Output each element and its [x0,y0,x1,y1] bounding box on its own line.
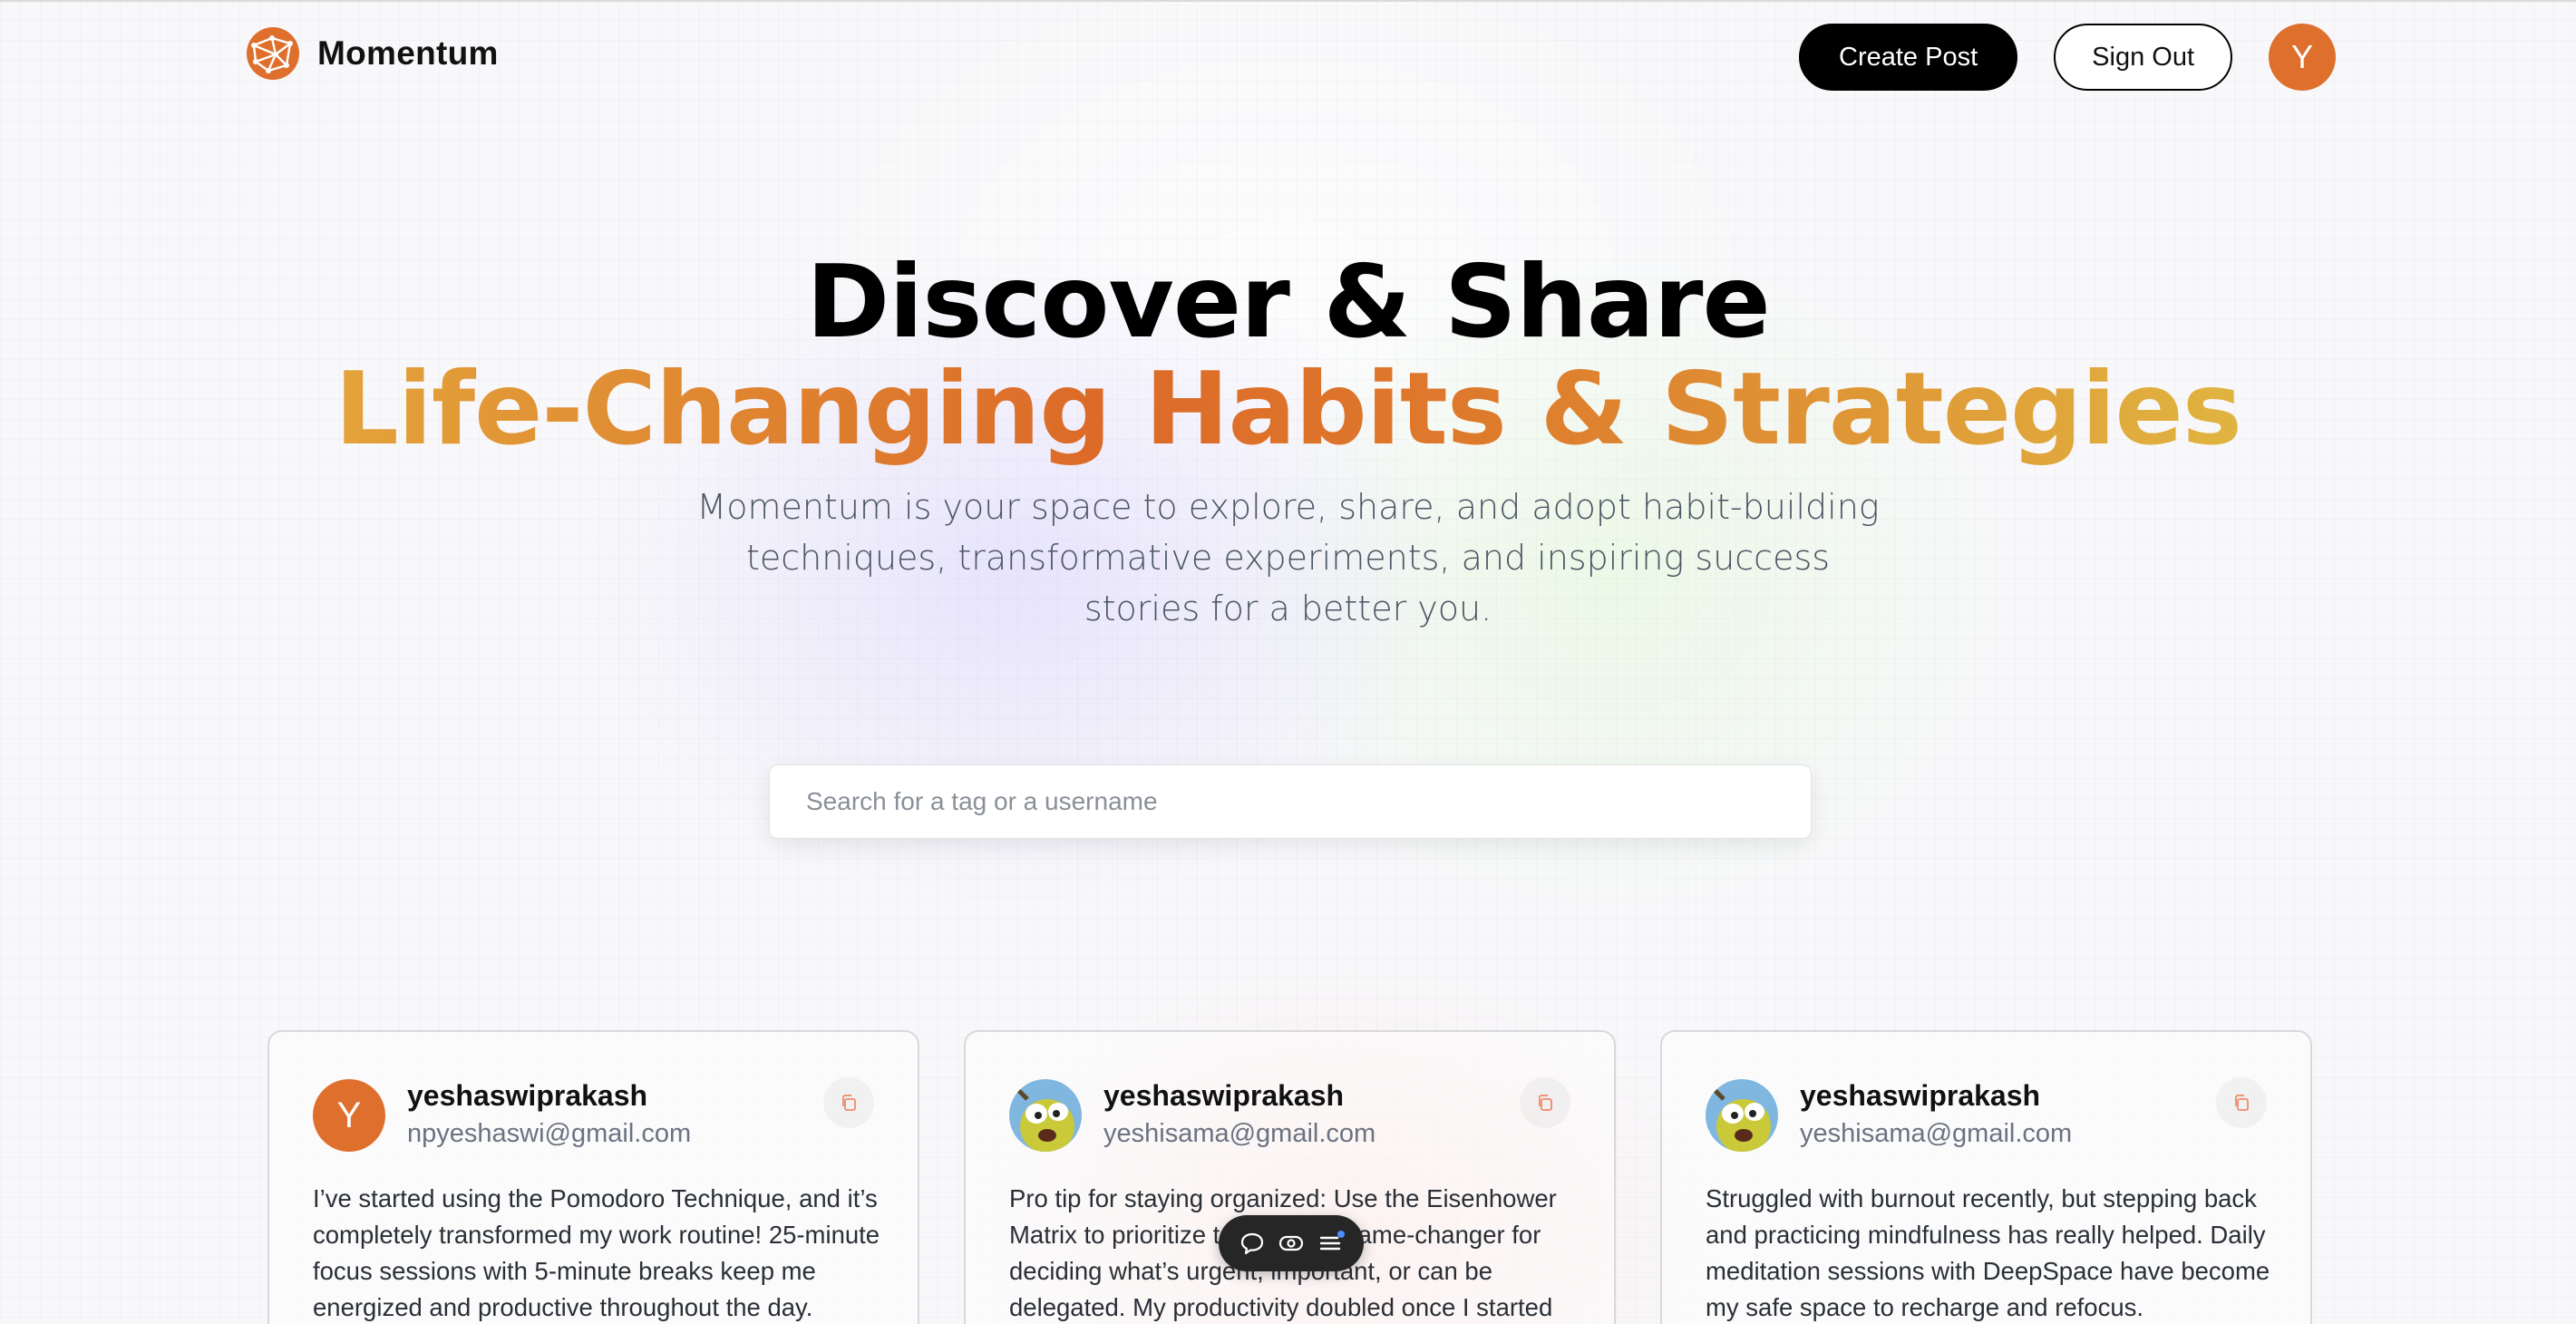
post-username[interactable]: yeshaswiprakash [1800,1079,2040,1113]
post-author-avatar[interactable] [1706,1079,1778,1152]
hero-subtitle: Momentum is your space to explore, share… [696,487,1880,628]
post-email: npyeshaswi@gmail.com [407,1119,692,1148]
copy-button[interactable] [2216,1077,2267,1128]
post-username[interactable]: yeshaswiprakash [1103,1079,1344,1113]
post-author-avatar[interactable] [1009,1079,1082,1152]
brand-name: Momentum [317,34,499,72]
hero-section: Discover & Share Life-Changing Habits & … [0,249,2576,634]
brand-logo[interactable]: Momentum [245,25,499,82]
post-email: yeshisama@gmail.com [1103,1119,1376,1148]
menu-button[interactable] [1316,1229,1345,1258]
post-body: Struggled with burnout recently, but ste… [1706,1184,2270,1321]
view-button[interactable] [1277,1229,1306,1258]
copy-icon [1539,1095,1552,1111]
floating-toolbar [1219,1215,1364,1271]
comment-button[interactable] [1238,1229,1267,1258]
post-author-avatar[interactable]: Y [313,1079,385,1152]
post-body: I’ve started using the Pomodoro Techniqu… [313,1184,880,1321]
top-border [0,0,2576,2]
hero-title-highlight: Life-Changing Habits & Strategies [335,351,2242,468]
sign-out-button[interactable]: Sign Out [2054,24,2232,91]
user-avatar[interactable]: Y [2269,24,2336,91]
eye-icon [1278,1235,1304,1251]
notification-dot [1337,1231,1345,1238]
navbar: Momentum Create Post Sign Out Y [245,24,2336,91]
meme-avatar-image [1706,1079,1778,1152]
comment-icon [1241,1232,1264,1255]
hero-title: Discover & Share [806,244,1771,361]
post-username[interactable]: yeshaswiprakash [407,1079,647,1113]
post-card: yeshaswiprakash yeshisama@gmail.com Pro … [964,1030,1616,1324]
copy-icon [842,1095,856,1111]
search-box [769,764,1812,839]
meme-avatar-image [1009,1079,1082,1152]
copy-button[interactable] [823,1077,874,1128]
create-post-button[interactable]: Create Post [1799,24,2018,91]
post-card: Y yeshaswiprakash npyeshaswi@gmail.com I… [267,1030,919,1324]
search-input[interactable] [770,765,1811,838]
globe-network-icon [247,27,299,80]
post-email: yeshisama@gmail.com [1800,1119,2073,1148]
copy-button[interactable] [1520,1077,1570,1128]
post-card: yeshaswiprakash yeshisama@gmail.com Stru… [1660,1030,2312,1324]
nav-actions: Create Post Sign Out Y [1799,24,2336,91]
copy-icon [2235,1095,2249,1111]
